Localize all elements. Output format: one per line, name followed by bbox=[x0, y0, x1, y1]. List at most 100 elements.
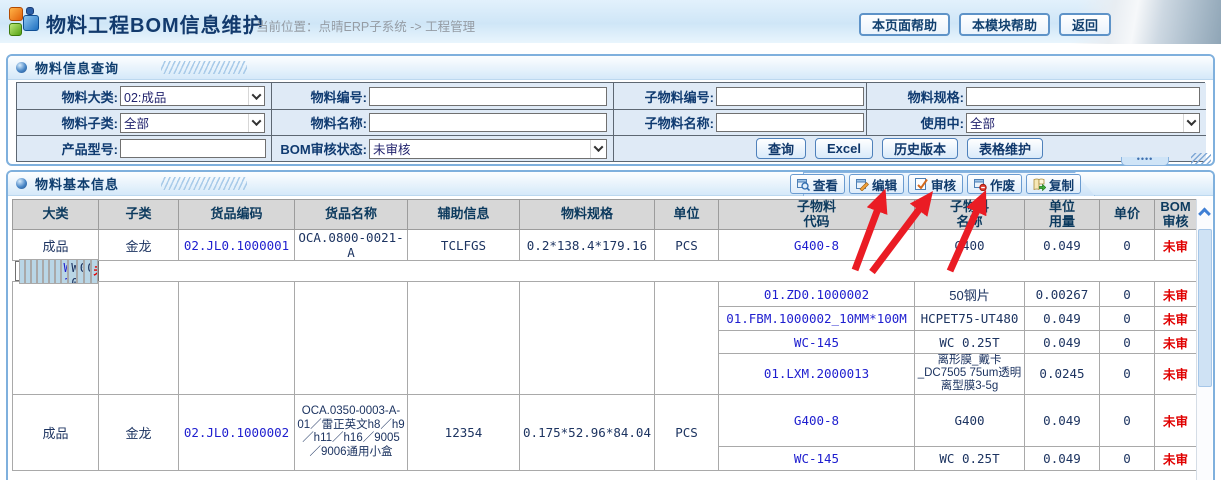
material-spec-label: 物料规格: bbox=[867, 87, 964, 106]
hatch-decoration bbox=[161, 177, 247, 190]
history-version-button[interactable]: 历史版本 bbox=[882, 138, 958, 159]
view-button[interactable]: 查看 bbox=[790, 174, 845, 194]
scrollbar-thumb[interactable] bbox=[1198, 229, 1212, 387]
query-button[interactable]: 查询 bbox=[756, 138, 806, 159]
sub-code-link[interactable]: 01.FBM.1000002_10MM*100M bbox=[719, 307, 915, 331]
audit-button[interactable]: 审核 bbox=[908, 174, 963, 194]
bom-audit-status-value: 未审核 bbox=[373, 139, 411, 158]
void-button-label: 作废 bbox=[990, 175, 1015, 194]
table-row-selected[interactable]: WC-145 WC 0.25T 0.049 0 未审 bbox=[15, 261, 99, 281]
material-code-input[interactable] bbox=[369, 87, 607, 106]
sub-code-link[interactable]: WC-145 bbox=[719, 446, 915, 470]
cell-price: 0 bbox=[1100, 230, 1155, 261]
cell-sub-name: G400 bbox=[915, 230, 1025, 261]
sub-code-link[interactable]: 01.LXM.2000013 bbox=[719, 354, 915, 395]
cell-qty: 0.00267 bbox=[1025, 282, 1100, 307]
sub-material-name-label: 子物料名称: bbox=[614, 113, 714, 132]
empty-cell bbox=[13, 282, 99, 395]
scroll-up-button[interactable] bbox=[1197, 199, 1212, 225]
audit-button-label: 审核 bbox=[931, 175, 956, 194]
excel-button[interactable]: Excel bbox=[815, 138, 873, 159]
empty-cell bbox=[408, 282, 520, 395]
query-panel-header: 物料信息查询 bbox=[8, 56, 1213, 80]
bom-panel-title: 物料基本信息 bbox=[35, 174, 119, 193]
audit-status-badge: 未审 bbox=[1155, 446, 1197, 470]
col-subcategory[interactable]: 子类 bbox=[99, 200, 179, 230]
void-button[interactable]: 作废 bbox=[967, 174, 1022, 194]
table-header-row: 大类 子类 货品编码 货品名称 辅助信息 物料规格 单位 子物料 代码 子物料 … bbox=[13, 200, 1197, 230]
cell-price: 0 bbox=[1100, 446, 1155, 470]
item-code-link[interactable]: 02.JL0.1000001 bbox=[179, 230, 295, 261]
material-name-label: 物料名称: bbox=[272, 113, 367, 132]
bom-audit-status-label: BOM审核状态: bbox=[272, 139, 367, 158]
view-button-label: 查看 bbox=[813, 175, 838, 194]
product-model-label: 产品型号: bbox=[17, 139, 118, 158]
material-category-value: 02:成品 bbox=[124, 87, 166, 106]
cell-item-name: OCA.0800-0021-A bbox=[295, 230, 408, 261]
in-use-value: 全部 bbox=[970, 113, 995, 132]
bom-panel: 物料基本信息 查看 编辑 审核 作废 复制 bbox=[6, 170, 1215, 480]
cell-qty: 0.049 bbox=[1025, 446, 1100, 470]
col-price[interactable]: 单价 bbox=[1100, 200, 1155, 230]
cell-qty: 0.049 bbox=[1025, 307, 1100, 331]
help-module-button[interactable]: 本模块帮助 bbox=[959, 13, 1050, 36]
audit-status-badge: 未审 bbox=[1155, 282, 1197, 307]
in-use-select[interactable]: 全部 bbox=[966, 113, 1200, 133]
sub-material-name-input[interactable] bbox=[716, 113, 864, 132]
audit-status-badge: 未审 bbox=[1155, 394, 1197, 446]
edit-button[interactable]: 编辑 bbox=[849, 174, 904, 194]
product-model-input[interactable] bbox=[120, 139, 266, 158]
material-spec-input[interactable] bbox=[966, 87, 1200, 106]
material-category-select[interactable]: 02:成品 bbox=[120, 86, 265, 106]
bom-panel-header: 物料基本信息 查看 编辑 审核 作废 复制 bbox=[8, 172, 1213, 196]
resize-grip[interactable] bbox=[1191, 153, 1211, 164]
help-page-button[interactable]: 本页面帮助 bbox=[859, 13, 950, 36]
cell-category: 成品 bbox=[13, 394, 99, 470]
vertical-scrollbar[interactable] bbox=[1196, 199, 1212, 480]
material-name-input[interactable] bbox=[369, 113, 607, 132]
empty-cell bbox=[295, 282, 408, 395]
chevron-down-icon bbox=[248, 87, 264, 105]
table-row[interactable]: 成品 金龙 02.JL0.1000002 OCA.0350-0003-A-01／… bbox=[13, 394, 1197, 446]
table-row[interactable]: 01.ZD0.1000002 50钢片 0.00267 0 未审 bbox=[13, 282, 1197, 307]
material-subcategory-select[interactable]: 全部 bbox=[120, 113, 265, 133]
sub-material-code-input[interactable] bbox=[716, 87, 864, 106]
audit-status-badge: 未审 bbox=[1155, 331, 1197, 354]
col-item-name[interactable]: 货品名称 bbox=[295, 200, 408, 230]
audit-status-badge: 未审 bbox=[1155, 354, 1197, 395]
sub-code-link[interactable]: WC-145 bbox=[719, 331, 915, 354]
sub-code-link[interactable]: G400-8 bbox=[719, 230, 915, 261]
empty-cell bbox=[99, 282, 179, 395]
query-panel-title: 物料信息查询 bbox=[35, 58, 119, 77]
cell-qty: 0.049 bbox=[1025, 331, 1100, 354]
chevron-down-icon bbox=[590, 140, 606, 158]
sub-code-link[interactable]: G400-8 bbox=[719, 394, 915, 446]
table-row[interactable]: 成品 金龙 02.JL0.1000001 OCA.0800-0021-A TCL… bbox=[13, 230, 1197, 261]
item-code-link[interactable]: 02.JL0.1000002 bbox=[179, 394, 295, 470]
sub-code-link[interactable]: 01.ZD0.1000002 bbox=[719, 282, 915, 307]
col-item-code[interactable]: 货品编码 bbox=[179, 200, 295, 230]
col-bom-audit[interactable]: BOM 审核 bbox=[1155, 200, 1197, 230]
bom-audit-status-select[interactable]: 未审核 bbox=[369, 139, 607, 159]
col-sub-code[interactable]: 子物料 代码 bbox=[719, 200, 915, 230]
col-category[interactable]: 大类 bbox=[13, 200, 99, 230]
panel-collapse-handle[interactable]: •••• bbox=[1121, 157, 1169, 166]
bullet-icon bbox=[16, 178, 27, 189]
back-button[interactable]: 返回 bbox=[1059, 13, 1111, 36]
cell-price: 0 bbox=[1100, 307, 1155, 331]
col-spec[interactable]: 物料规格 bbox=[520, 200, 655, 230]
col-aux-info[interactable]: 辅助信息 bbox=[408, 200, 520, 230]
bom-table: 大类 子类 货品编码 货品名称 辅助信息 物料规格 单位 子物料 代码 子物料 … bbox=[12, 199, 1197, 471]
cell-aux: 12354 bbox=[408, 394, 520, 470]
col-sub-name[interactable]: 子物料 名称 bbox=[915, 200, 1025, 230]
pencil-icon bbox=[856, 178, 869, 191]
table-maintain-button[interactable]: 表格维护 bbox=[967, 138, 1043, 159]
void-minus-icon bbox=[974, 178, 987, 191]
material-subcategory-label: 物料子类: bbox=[17, 113, 118, 132]
magnifier-icon bbox=[797, 178, 810, 191]
col-qty[interactable]: 单位 用量 bbox=[1025, 200, 1100, 230]
copy-button[interactable]: 复制 bbox=[1026, 174, 1081, 194]
cell-spec: 0.2*138.4*179.16 bbox=[520, 230, 655, 261]
col-unit[interactable]: 单位 bbox=[655, 200, 719, 230]
sub-code-link[interactable]: WC-145 bbox=[61, 259, 69, 284]
